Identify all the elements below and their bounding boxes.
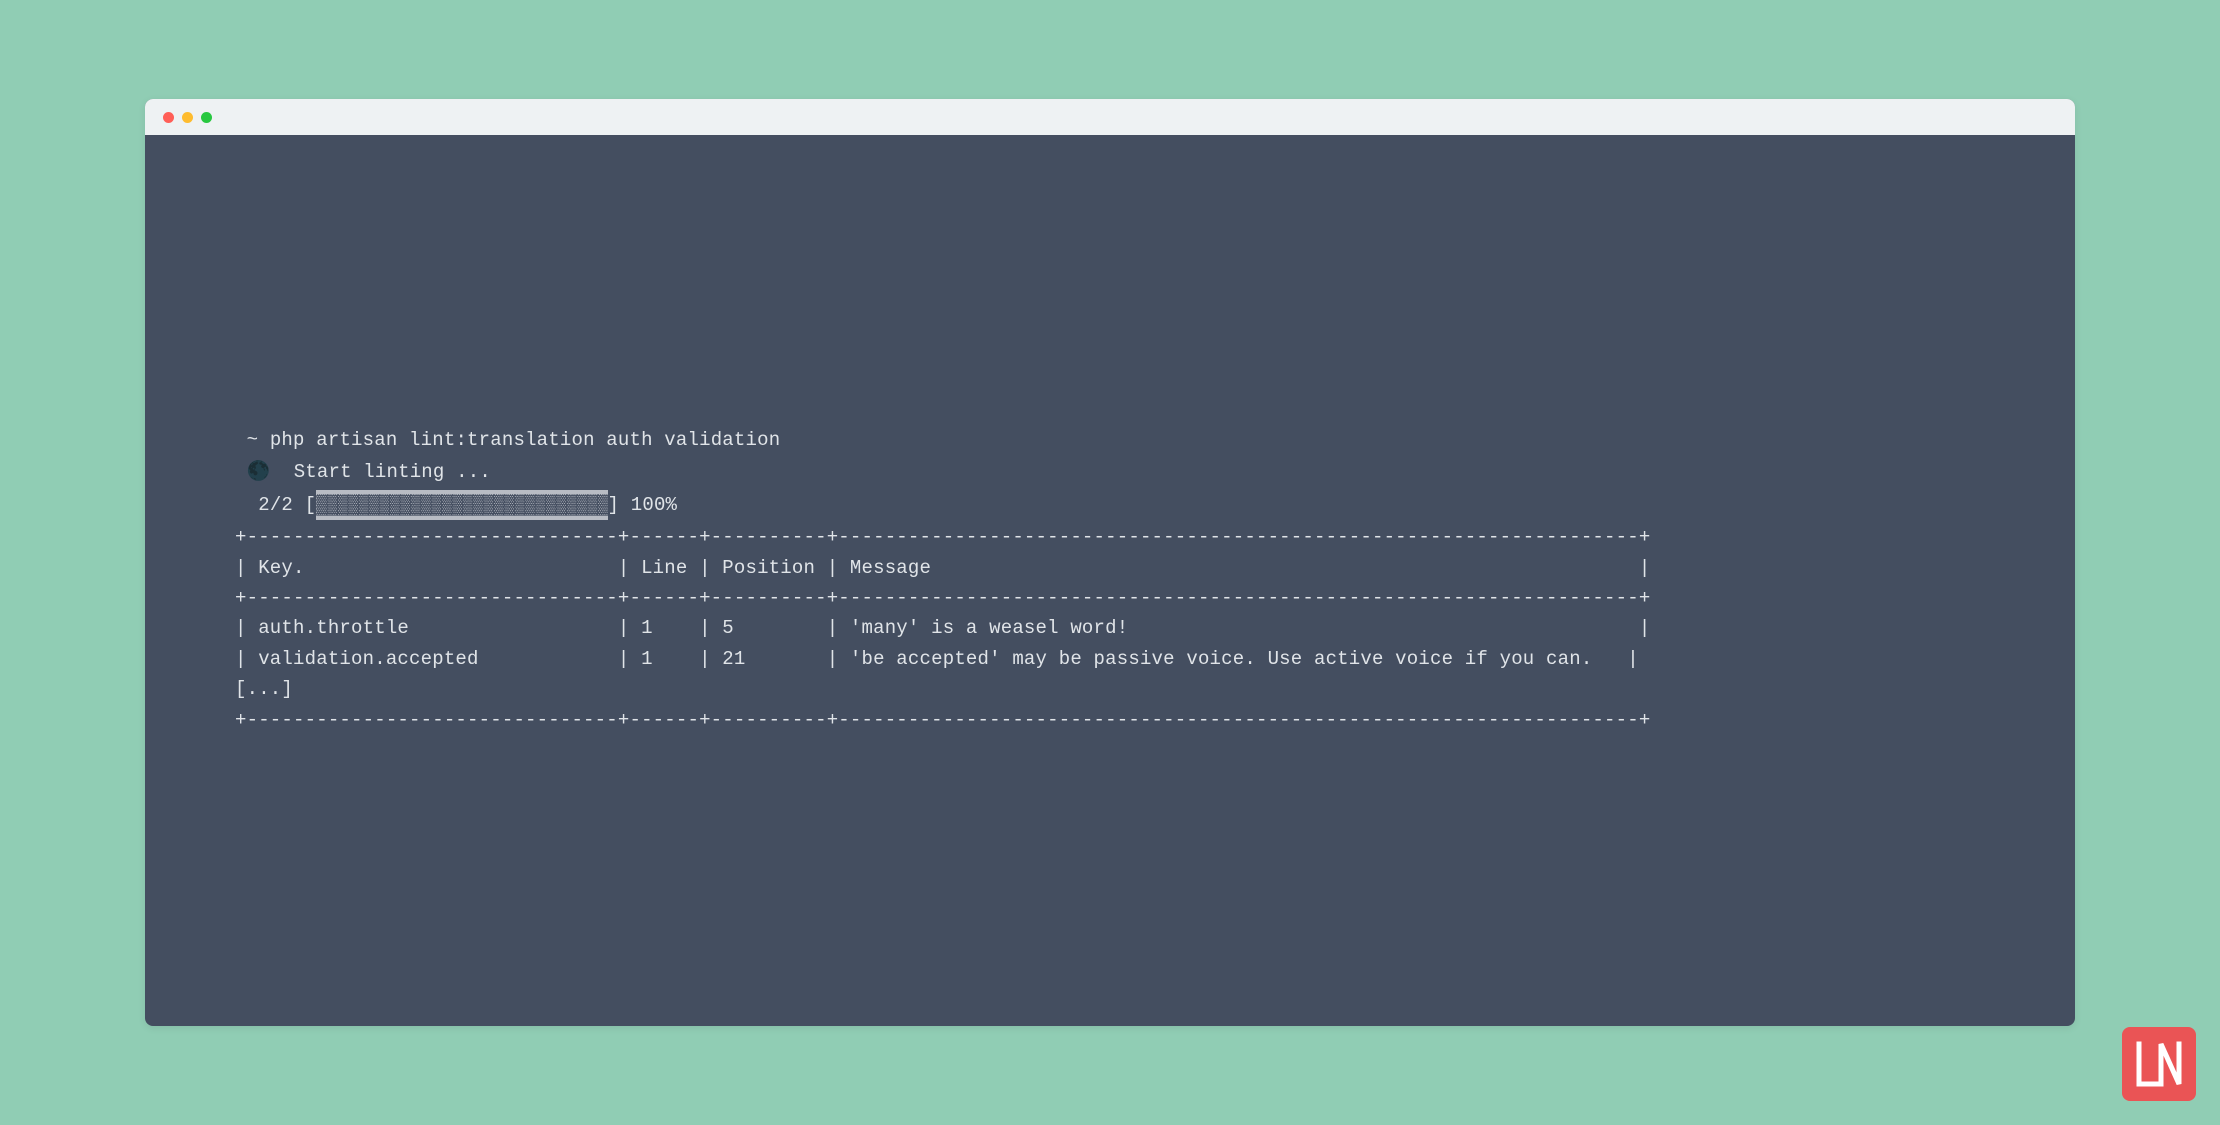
progress-bar-close: ] bbox=[608, 494, 620, 516]
table-header: | Key. | Line | Position | Message | bbox=[235, 553, 1985, 583]
terminal-window: ~ php artisan lint:translation auth vali… bbox=[145, 99, 2075, 1026]
progress-percent: 100% bbox=[631, 494, 677, 516]
progress-bar-fill: ▓▓▓▓▓▓▓▓▓▓▓▓▓▓▓▓▓▓▓▓▓▓▓▓▓▓▓▓ bbox=[316, 490, 607, 520]
progress-line: 2/2 [▓▓▓▓▓▓▓▓▓▓▓▓▓▓▓▓▓▓▓▓▓▓▓▓▓▓▓▓] 100% bbox=[235, 490, 1985, 520]
ln-icon bbox=[2133, 1038, 2185, 1090]
table-row: | auth.throttle | 1 | 5 | 'many' is a we… bbox=[235, 613, 1985, 643]
table-truncate: [...] bbox=[235, 674, 1985, 704]
table-separator-mid: +--------------------------------+------… bbox=[235, 583, 1985, 613]
table-separator-bottom: +--------------------------------+------… bbox=[235, 705, 1985, 735]
command-text: php artisan lint:translation auth valida… bbox=[270, 429, 780, 451]
table-separator-top: +--------------------------------+------… bbox=[235, 522, 1985, 552]
status-line: 🌑 Start linting ... bbox=[235, 457, 1985, 487]
brand-logo bbox=[2122, 1027, 2196, 1101]
table-row: | validation.accepted | 1 | 21 | 'be acc… bbox=[235, 644, 1985, 674]
terminal-output[interactable]: ~ php artisan lint:translation auth vali… bbox=[145, 135, 2075, 735]
maximize-icon[interactable] bbox=[201, 112, 212, 123]
close-icon[interactable] bbox=[163, 112, 174, 123]
prompt-symbol: ~ bbox=[247, 429, 259, 451]
progress-bar-open: [ bbox=[305, 494, 317, 516]
globe-icon: 🌑 bbox=[247, 461, 271, 483]
minimize-icon[interactable] bbox=[182, 112, 193, 123]
command-line: ~ php artisan lint:translation auth vali… bbox=[235, 425, 1985, 455]
window-titlebar bbox=[145, 99, 2075, 135]
progress-counter: 2/2 bbox=[258, 494, 293, 516]
status-text: Start linting ... bbox=[294, 461, 491, 483]
